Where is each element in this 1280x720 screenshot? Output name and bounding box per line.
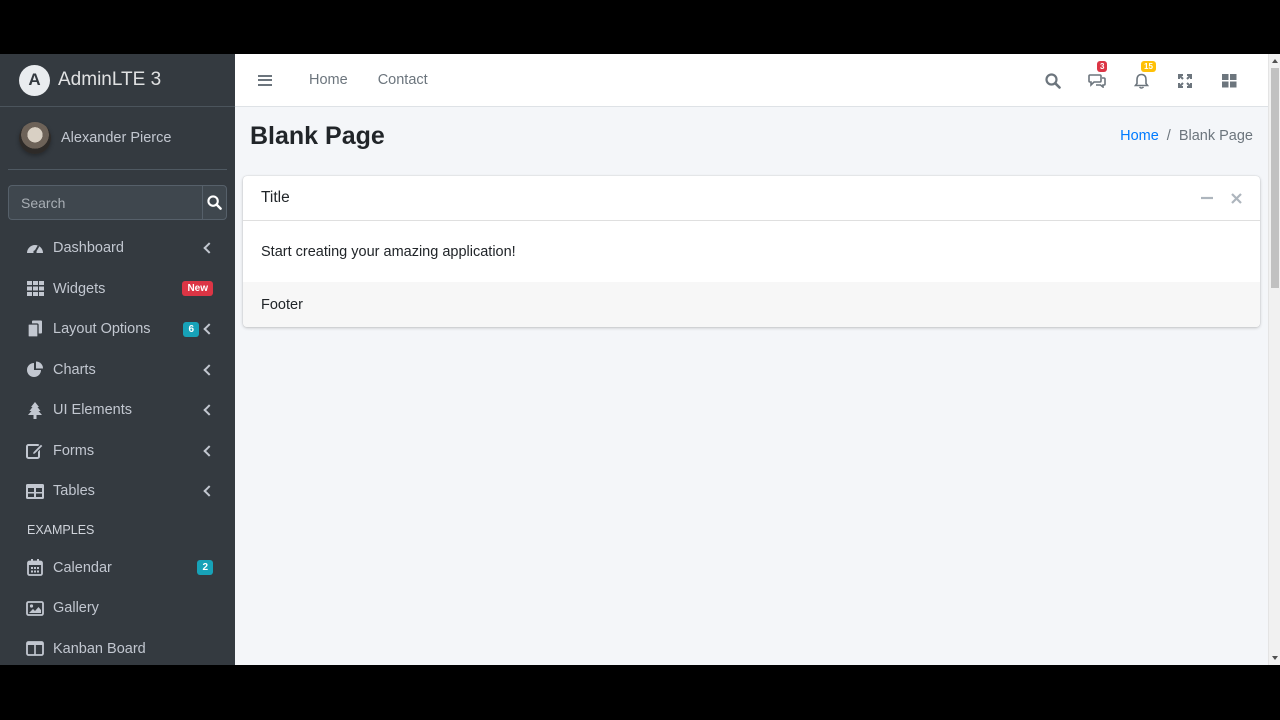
nav-link-contact[interactable]: Contact (378, 72, 428, 88)
sidebar-item-label: Layout Options (53, 321, 151, 338)
content-card: Title Start creating your amazing applic… (243, 176, 1260, 327)
sidebar-item-label: Tables (53, 483, 95, 500)
control-sidebar-button[interactable] (1207, 73, 1251, 88)
sidebar-item-forms[interactable]: Forms (8, 431, 227, 472)
card-body: Start creating your amazing application! (261, 243, 516, 260)
edit-icon (25, 441, 45, 461)
card-header: Title (243, 176, 1260, 221)
chevron-left-icon (203, 404, 215, 416)
sidebar-item-dashboard[interactable]: Dashboard (8, 228, 227, 269)
sidebar-item-widgets[interactable]: Widgets New (8, 269, 227, 310)
breadcrumb-home-link[interactable]: Home (1120, 128, 1159, 144)
page-scrollbar[interactable] (1268, 54, 1280, 665)
image-icon (25, 598, 45, 618)
sidebar-item-charts[interactable]: Charts (8, 350, 227, 391)
nav-section-header: EXAMPLES (27, 522, 95, 537)
hamburger-menu-icon[interactable] (258, 72, 272, 88)
sidebar-item-layout-options[interactable]: Layout Options 6 (8, 309, 227, 350)
count-badge: 2 (197, 560, 213, 576)
scrollbar-thumb[interactable] (1271, 68, 1279, 288)
chevron-left-icon (203, 242, 215, 254)
brand-link[interactable]: A AdminLTE 3 (0, 54, 235, 107)
sidebar-search (8, 185, 227, 220)
new-badge: New (182, 281, 213, 297)
user-name[interactable]: Alexander Pierce (61, 130, 171, 146)
notifications-count-badge: 15 (1141, 60, 1156, 72)
sidebar-item-label: UI Elements (53, 402, 132, 419)
search-icon (207, 195, 222, 210)
breadcrumb: Home / Blank Page (1120, 128, 1253, 144)
sidebar-item-label: Widgets (53, 280, 106, 297)
chevron-left-icon (203, 485, 215, 497)
search-button[interactable] (202, 185, 227, 220)
expand-icon (1178, 73, 1192, 88)
sidebar-item-ui-elements[interactable]: UI Elements (8, 390, 227, 431)
card-title: Title (261, 189, 290, 206)
dashboard-icon (25, 238, 45, 258)
chevron-left-icon (203, 323, 215, 335)
messages-count-badge: 3 (1097, 61, 1108, 72)
table-icon (25, 481, 45, 501)
pie-chart-icon (25, 360, 45, 380)
copy-icon (25, 319, 45, 339)
messages-button[interactable]: 3 (1075, 61, 1119, 88)
grid-icon (25, 279, 45, 299)
brand-text: AdminLTE 3 (58, 69, 162, 90)
app-window: A AdminLTE 3 Alexander Pierce Dashboard … (0, 54, 1280, 665)
breadcrumb-active: Blank Page (1178, 128, 1253, 144)
brand-logo: A (19, 64, 50, 96)
sidebar-item-label: Calendar (53, 559, 112, 576)
main-sidebar: A AdminLTE 3 Alexander Pierce Dashboard … (0, 54, 235, 665)
minus-icon[interactable] (1201, 192, 1213, 204)
page-title: Blank Page (250, 122, 385, 150)
columns-icon (25, 639, 45, 659)
notifications-button[interactable]: 15 (1119, 60, 1163, 89)
navbar-search-button[interactable] (1031, 72, 1075, 89)
sidebar-item-calendar[interactable]: Calendar 2 (8, 548, 227, 589)
sidebar-item-label: Gallery (53, 600, 99, 617)
comments-icon (1088, 74, 1106, 88)
user-panel[interactable]: Alexander Pierce (8, 107, 227, 170)
sidebar-item-gallery[interactable]: Gallery (8, 588, 227, 629)
card-tools (1201, 192, 1242, 204)
sidebar-item-tables[interactable]: Tables (8, 471, 227, 512)
sidebar-item-label: Kanban Board (53, 640, 146, 657)
nav-link-home[interactable]: Home (309, 72, 348, 88)
fullscreen-button[interactable] (1163, 73, 1207, 88)
search-input[interactable] (8, 185, 202, 220)
close-icon[interactable] (1231, 192, 1242, 204)
sidebar-item-label: Charts (53, 361, 96, 378)
scroll-down-icon[interactable] (1272, 656, 1278, 660)
sidebar-item-label: Forms (53, 442, 95, 459)
th-large-icon (1221, 73, 1236, 87)
search-icon (1045, 72, 1061, 89)
scroll-up-icon[interactable] (1272, 59, 1278, 63)
avatar (19, 122, 51, 154)
sidebar-item-label: Dashboard (53, 240, 124, 257)
card-footer: Footer (243, 282, 1260, 327)
sidebar-menu: Dashboard Widgets New Layout Options 6 C… (0, 228, 235, 665)
count-badge: 6 (183, 321, 199, 337)
bell-icon (1133, 73, 1149, 89)
chevron-left-icon (203, 445, 215, 457)
tree-icon (25, 400, 45, 420)
sidebar-item-kanban-board[interactable]: Kanban Board (8, 629, 227, 666)
chevron-left-icon (203, 364, 215, 376)
breadcrumb-separator: / (1166, 128, 1171, 144)
navbar-right: 3 15 (1031, 54, 1268, 107)
top-navbar: Home Contact 3 15 (235, 54, 1268, 107)
calendar-icon (25, 558, 45, 578)
